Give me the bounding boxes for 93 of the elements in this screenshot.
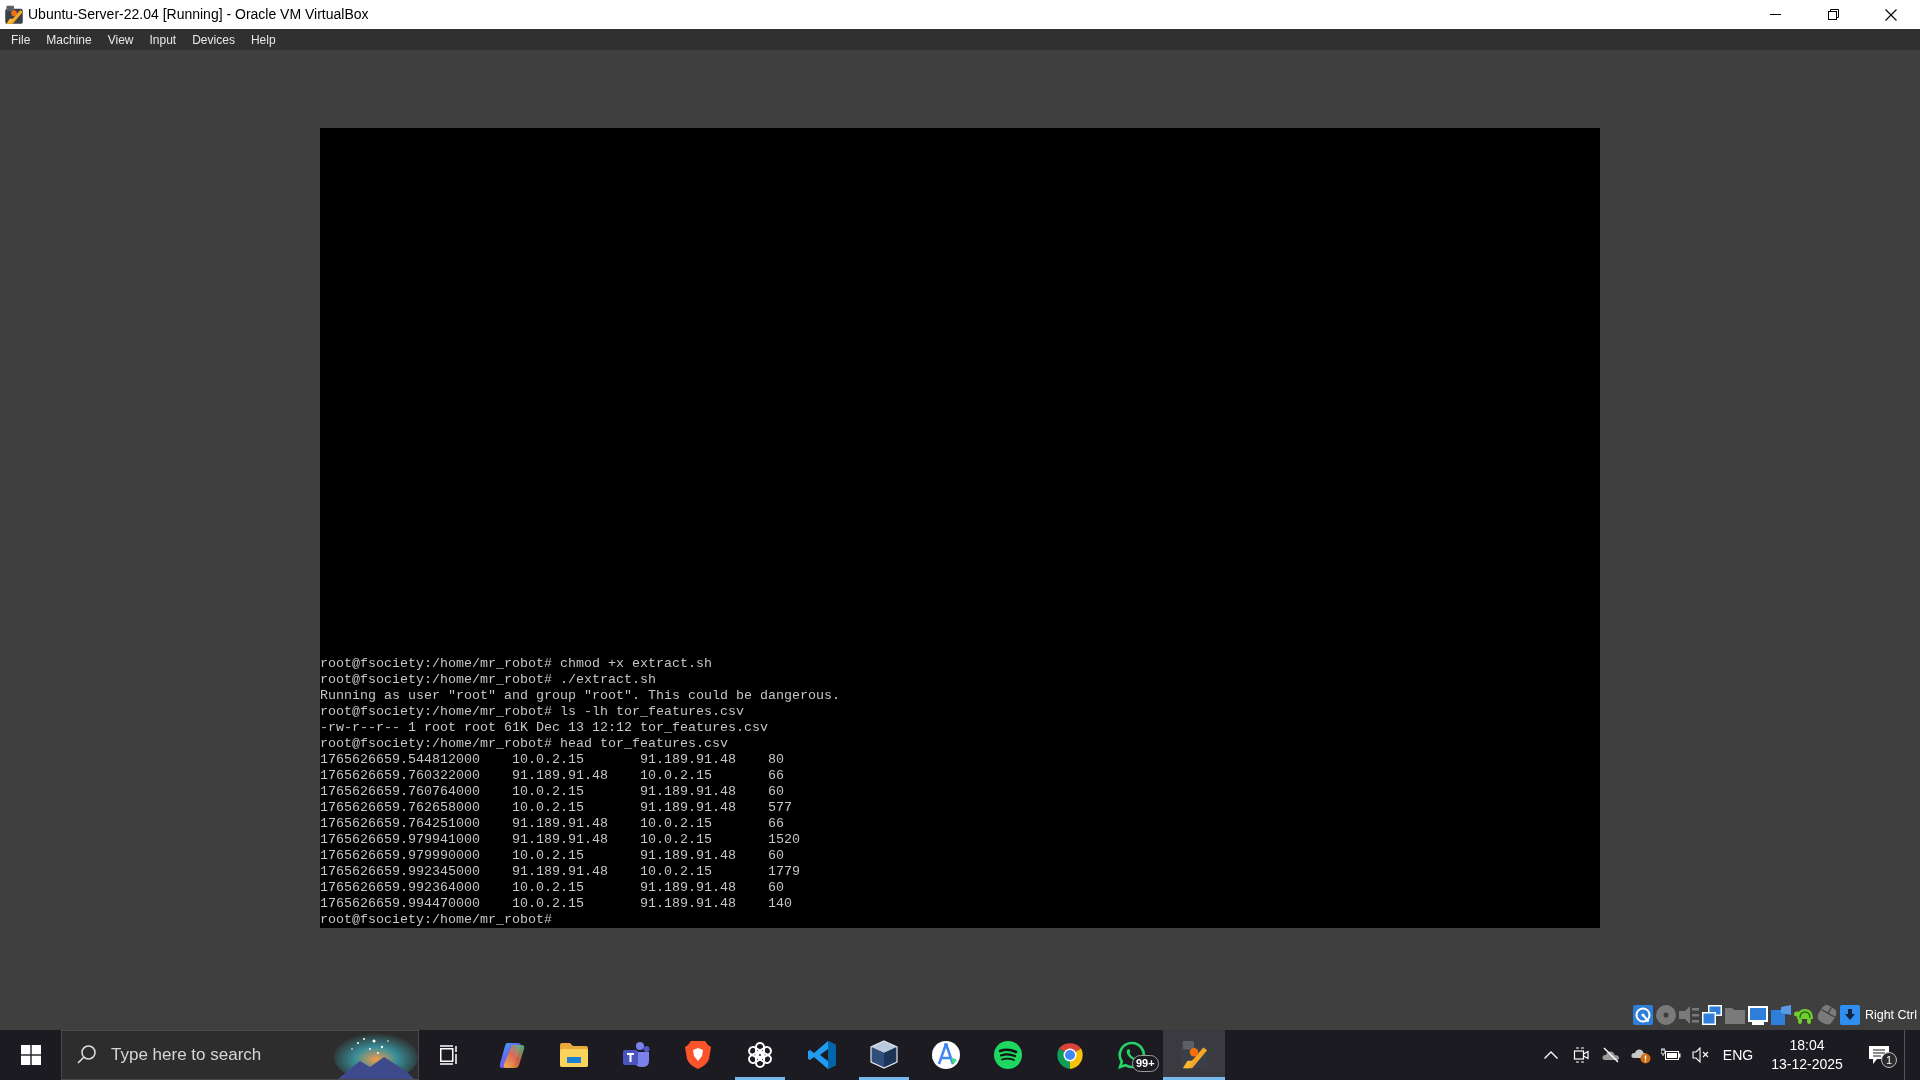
menu-item[interactable]: File <box>3 29 39 50</box>
restore-icon <box>1827 9 1839 20</box>
csv-value: 10.0.2.15 <box>640 768 712 783</box>
mouse-icon[interactable] <box>1816 1005 1837 1025</box>
arrow-down-icon[interactable] <box>1839 1005 1860 1025</box>
cube-icon <box>870 1040 898 1070</box>
csv-value: 1765626659.544812000 <box>320 752 480 767</box>
csv-value: 10.0.2.15 <box>512 896 584 911</box>
csv-value: 577 <box>768 800 792 815</box>
csv-value: 60 <box>768 880 784 895</box>
csv-value: 66 <box>768 816 784 831</box>
app-icon <box>4 4 24 25</box>
lion-shield-icon <box>685 1041 711 1069</box>
camera-icon[interactable] <box>1770 1005 1791 1025</box>
csv-value: 1765626659.979941000 <box>320 832 480 847</box>
terminal-line: Running as user "root" and group "root". This could be dangerous. <box>320 688 840 704</box>
close-icon <box>1885 8 1897 21</box>
csv-value: 10.0.2.15 <box>512 848 584 863</box>
cloud-off-icon <box>1602 1047 1620 1063</box>
csv-value: 91.189.91.48 <box>640 784 736 799</box>
taskbar-app-button[interactable]: 99+ <box>1101 1030 1163 1080</box>
clock-time: 18:04 <box>1789 1036 1825 1055</box>
minimize-icon <box>1769 14 1781 15</box>
swirl-icon <box>498 1041 526 1069</box>
cloud-warning-icon <box>1631 1046 1651 1064</box>
notification-badge: 99+ <box>1132 1055 1159 1072</box>
terminal-line: root@fsociety:/home/mr_robot# ./extract.sh <box>320 672 656 688</box>
clock-date: 13-12-2025 <box>1771 1055 1843 1074</box>
folder-icon <box>560 1043 588 1067</box>
csv-value: 10.0.2.15 <box>512 880 584 895</box>
csv-value: 1765626659.992345000 <box>320 864 480 879</box>
people-icon <box>622 1041 650 1069</box>
language-button[interactable]: ENG <box>1716 1030 1760 1080</box>
terminal-line: root@fsociety:/home/mr_robot# head tor_features.csv <box>320 736 728 752</box>
csv-value: 91.189.91.48 <box>640 752 736 767</box>
clock-button[interactable]: 18:04 13-12-2025 <box>1760 1030 1854 1080</box>
csv-value: 10.0.2.15 <box>512 752 584 767</box>
csv-value: 1765626659.762658000 <box>320 800 480 815</box>
csv-value: 1765626659.979990000 <box>320 848 480 863</box>
csv-value: 66 <box>768 768 784 783</box>
search-icon <box>77 1045 96 1064</box>
csv-value: 91.189.91.48 <box>512 832 608 847</box>
csv-value: 1765626659.992364000 <box>320 880 480 895</box>
menu-item[interactable]: Machine <box>38 29 100 50</box>
speaker-muted-icon <box>1692 1047 1710 1063</box>
notification-count: 1 <box>1881 1052 1897 1068</box>
csv-value: 60 <box>768 784 784 799</box>
csv-value: 1765626659.760322000 <box>320 768 480 783</box>
notifications-button[interactable]: 1 <box>1854 1030 1904 1080</box>
csv-value: 91.189.91.48 <box>640 880 736 895</box>
csv-value: 1520 <box>768 832 800 847</box>
browser-icon <box>1056 1041 1084 1069</box>
menu-item[interactable]: Input <box>141 29 185 50</box>
knot-icon <box>746 1041 774 1069</box>
windows-logo-icon <box>20 1045 41 1065</box>
csv-value: 140 <box>768 896 792 911</box>
csv-value: 1765626659.760764000 <box>320 784 480 799</box>
terminal-line: root@fsociety:/home/mr_robot# ls -lh tor_features.csv <box>320 704 744 720</box>
sound-waves-icon <box>994 1041 1022 1069</box>
vm-window-icon <box>1179 1040 1209 1070</box>
video-camera-icon <box>1573 1047 1589 1063</box>
csv-value: 91.189.91.48 <box>512 864 608 879</box>
csv-value: 91.189.91.48 <box>512 816 608 831</box>
csv-value: 1779 <box>768 864 800 879</box>
menu-item[interactable]: Devices <box>184 29 243 50</box>
chevron-up-icon <box>1544 1051 1558 1059</box>
terminal-prompt: root@fsociety:/home/mr_robot# <box>320 912 552 928</box>
csv-value: 10.0.2.15 <box>640 832 712 847</box>
compass-icon <box>931 1040 961 1070</box>
window-title: Ubuntu-Server-22.04 [Running] - Oracle VM VirtualBox <box>28 5 369 24</box>
csv-value: 10.0.2.15 <box>640 864 712 879</box>
menu-item[interactable]: Help <box>242 29 284 50</box>
csv-value: 1765626659.764251000 <box>320 816 480 831</box>
csv-value: 91.189.91.48 <box>640 848 736 863</box>
terminal-line: -rw-r--r-- 1 root root 61K Dec 13 12:12 tor_features.csv <box>320 720 768 736</box>
csv-value: 1765626659.994470000 <box>320 896 480 911</box>
csv-value: 91.189.91.48 <box>640 800 736 815</box>
csv-value: 91.189.91.48 <box>512 768 608 783</box>
csv-value: 60 <box>768 848 784 863</box>
monitor-icon[interactable] <box>1747 1005 1768 1025</box>
terminal-line: root@fsociety:/home/mr_robot# chmod +x extract.sh <box>320 656 712 672</box>
host-key-label: Right Ctrl <box>1864 1006 1917 1024</box>
ribbon-icon <box>808 1041 836 1069</box>
task-view-icon <box>440 1045 460 1065</box>
csv-value: 10.0.2.15 <box>512 784 584 799</box>
csv-value: 10.0.2.15 <box>512 800 584 815</box>
csv-value: 10.0.2.15 <box>640 816 712 831</box>
menu-item[interactable]: View <box>99 29 142 50</box>
hard-disk-icon[interactable] <box>1632 1005 1653 1025</box>
screens-icon[interactable] <box>1701 1005 1722 1025</box>
csv-value: 91.189.91.48 <box>640 896 736 911</box>
battery-charging-icon <box>1661 1048 1681 1062</box>
csv-value: 80 <box>768 752 784 767</box>
